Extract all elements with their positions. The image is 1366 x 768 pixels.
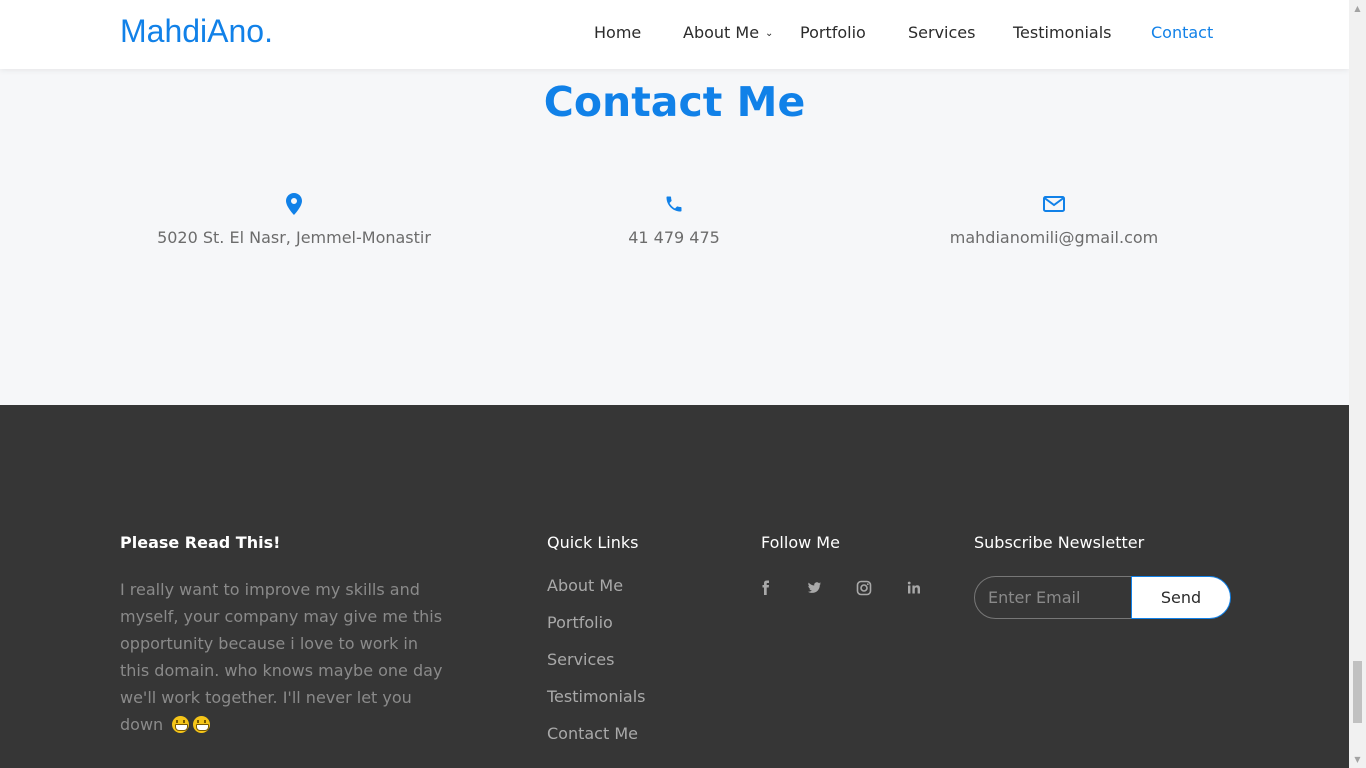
nav-services[interactable]: Services <box>908 23 975 42</box>
phone-icon <box>666 196 682 212</box>
about-paragraph: I really want to improve my skills and m… <box>120 580 443 734</box>
email-text[interactable]: mahdianomili@gmail.com <box>884 228 1224 247</box>
follow-heading: Follow Me <box>761 533 840 552</box>
address-text: 5020 St. El Nasr, Jemmel-Monastir <box>157 228 431 247</box>
site-logo[interactable]: MahdiAno. <box>120 13 273 50</box>
grinning-emoji-icon <box>193 716 211 733</box>
contact-title: Contact Me <box>543 78 806 126</box>
quick-links-list: About Me Portfolio Services Testimonials… <box>547 576 646 761</box>
chevron-down-icon: ⌄ <box>765 28 774 39</box>
scroll-up-arrow-icon[interactable]: ▲ <box>1349 0 1366 17</box>
newsletter-heading: Subscribe Newsletter <box>974 533 1145 552</box>
facebook-icon[interactable] <box>756 578 776 598</box>
newsletter-email-input[interactable] <box>975 577 1131 618</box>
grinning-emoji-icon <box>172 716 190 733</box>
quick-link-services[interactable]: Services <box>547 650 646 687</box>
quick-link-portfolio[interactable]: Portfolio <box>547 613 646 650</box>
nav-testimonials[interactable]: Testimonials <box>1013 23 1112 42</box>
nav-about-me[interactable]: About Me ⌄ <box>683 23 773 42</box>
linkedin-icon[interactable] <box>904 578 924 598</box>
scrollbar[interactable]: ▲ ▼ <box>1349 0 1366 768</box>
phone-info: 41 479 475 <box>504 192 844 247</box>
twitter-icon[interactable] <box>804 578 824 598</box>
mail-icon <box>1043 196 1065 212</box>
map-pin-icon <box>286 193 302 215</box>
quick-link-about-me[interactable]: About Me <box>547 576 646 613</box>
quick-links-heading: Quick Links <box>547 533 639 552</box>
quick-link-contact-me[interactable]: Contact Me <box>547 724 646 761</box>
nav-portfolio[interactable]: Portfolio <box>800 23 866 42</box>
nav-about-me-label: About Me <box>683 23 760 42</box>
address-info: 5020 St. El Nasr, Jemmel-Monastir <box>124 192 464 247</box>
nav-contact[interactable]: Contact <box>1151 23 1213 42</box>
about-text: I really want to improve my skills and m… <box>120 576 450 738</box>
scrollbar-thumb[interactable] <box>1353 661 1362 723</box>
scroll-down-arrow-icon[interactable]: ▼ <box>1349 751 1366 768</box>
phone-text: 41 479 475 <box>628 228 720 247</box>
page: MahdiAno. Home About Me ⌄ Portfolio Servi… <box>0 0 1349 768</box>
newsletter-send-button[interactable]: Send <box>1131 576 1231 619</box>
email-info: mahdianomili@gmail.com <box>884 192 1224 247</box>
site-footer: Please Read This! I really want to impro… <box>0 405 1349 768</box>
nav-home[interactable]: Home <box>594 23 641 42</box>
instagram-icon[interactable] <box>854 578 874 598</box>
quick-link-testimonials[interactable]: Testimonials <box>547 687 646 724</box>
about-heading: Please Read This! <box>120 533 281 552</box>
site-header: MahdiAno. Home About Me ⌄ Portfolio Servi… <box>0 0 1349 69</box>
newsletter-form: Send <box>974 576 1231 619</box>
